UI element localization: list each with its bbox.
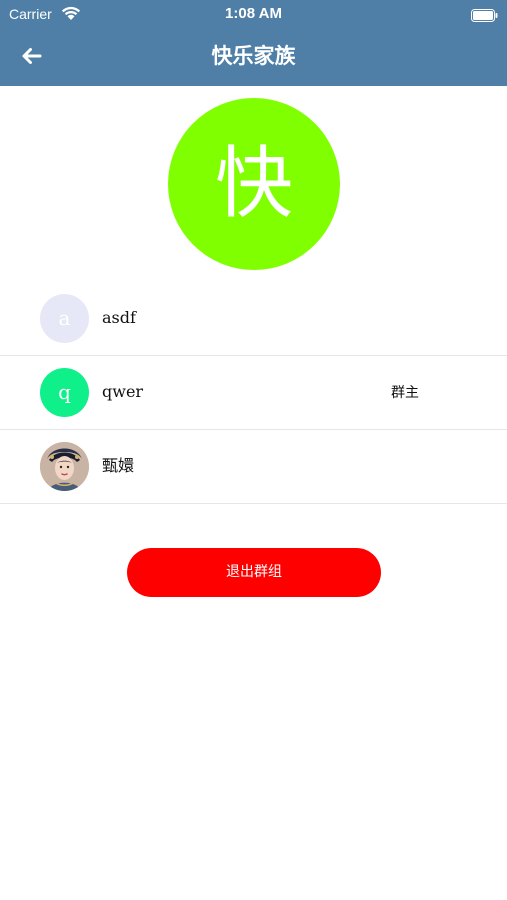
back-button[interactable] <box>16 40 48 72</box>
page-title: 快乐家族 <box>211 44 296 68</box>
clock: 1:08 AM <box>225 5 282 22</box>
portrait-icon <box>40 442 89 491</box>
member-row[interactable]: a asdf <box>0 282 507 356</box>
group-info-screen: Carrier 1:08 AM 快乐家族 快 a asdf q qwer 群主 … <box>0 0 507 900</box>
member-avatar: a <box>40 294 89 343</box>
member-avatar: q <box>40 368 89 417</box>
group-avatar: 快 <box>168 98 340 270</box>
battery-icon <box>471 7 498 22</box>
member-photo-avatar <box>40 442 89 491</box>
member-list: a asdf q qwer 群主 甄嬛 <box>0 282 507 504</box>
arrow-left-icon <box>22 48 42 64</box>
member-row[interactable]: q qwer 群主 <box>0 356 507 430</box>
status-bar: Carrier 1:08 AM <box>0 0 507 28</box>
member-name: 甄嬛 <box>102 456 135 475</box>
member-name: asdf <box>102 308 136 327</box>
member-row[interactable]: 甄嬛 <box>0 430 507 504</box>
top-bar: Carrier 1:08 AM 快乐家族 <box>0 0 507 86</box>
member-name: qwer <box>102 382 144 401</box>
leave-group-button[interactable]: 退出群组 <box>127 548 381 597</box>
navigation-bar: 快乐家族 <box>0 28 507 86</box>
owner-badge: 群主 <box>391 385 419 401</box>
